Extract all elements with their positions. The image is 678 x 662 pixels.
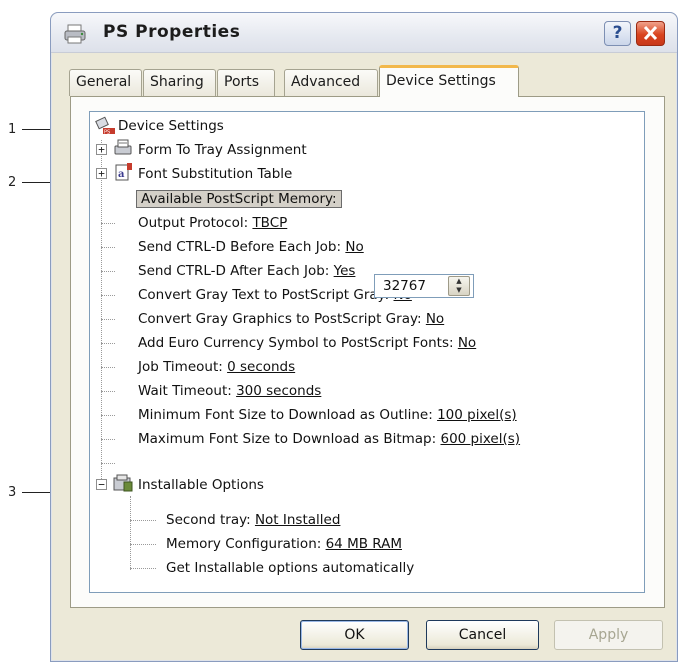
- memory-value: 32767: [383, 278, 426, 294]
- tree-line: [101, 415, 115, 416]
- spin-down-icon[interactable]: ▼: [449, 286, 469, 295]
- tab-general[interactable]: General: [69, 69, 142, 96]
- tree-item-output-protocol[interactable]: Output Protocol: TBCP: [138, 211, 287, 235]
- tree-item-euro-symbol[interactable]: Add Euro Currency Symbol to PostScript F…: [138, 331, 476, 355]
- tab-sharing[interactable]: Sharing: [143, 69, 216, 96]
- tree-item-job-timeout[interactable]: Job Timeout: 0 seconds: [138, 355, 295, 379]
- tree-line: [130, 544, 156, 545]
- cancel-button[interactable]: Cancel: [426, 620, 539, 650]
- callout-number: 2: [8, 175, 17, 190]
- close-button[interactable]: [636, 21, 665, 46]
- apply-button[interactable]: Apply: [554, 620, 663, 650]
- tree-item-installable-options[interactable]: Installable Options: [138, 473, 264, 497]
- collapse-minus-icon[interactable]: −: [96, 479, 107, 490]
- tree-item-value: Not Installed: [254, 512, 341, 528]
- tree-item-label: Convert Gray Text to PostScript Gray:: [138, 287, 390, 303]
- close-icon: [643, 25, 658, 41]
- tree-item-ctrl-d-after[interactable]: Send CTRL-D After Each Job: Yes: [138, 259, 355, 283]
- tree-root-device-settings[interactable]: Device Settings: [118, 114, 224, 138]
- question-mark-icon: ?: [612, 23, 623, 43]
- tree-item-label: Send CTRL-D After Each Job:: [138, 263, 330, 279]
- tree-item-label: Add Euro Currency Symbol to PostScript F…: [138, 335, 454, 351]
- tree-line: [101, 343, 115, 344]
- tree-item-label: Form To Tray Assignment: [138, 142, 307, 158]
- tab-device-settings[interactable]: Device Settings: [379, 65, 519, 97]
- settings-tree[interactable]: PS Device Settings + Form To Tray Assign…: [89, 111, 645, 593]
- tree-line: [101, 463, 115, 464]
- tree-item-get-installable-options[interactable]: Get Installable options automatically: [166, 556, 414, 580]
- form-tray-icon: [114, 139, 132, 155]
- expand-plus-icon[interactable]: +: [96, 144, 107, 155]
- tree-item-label: Second tray:: [166, 512, 251, 528]
- tree-item-label: Memory Configuration:: [166, 536, 322, 552]
- tree-item-label: Available PostScript Memory:: [136, 190, 342, 208]
- tree-item-gray-graphics[interactable]: Convert Gray Graphics to PostScript Gray…: [138, 307, 444, 331]
- tree-item-value: TBCP: [252, 215, 288, 231]
- tree-item-label: Convert Gray Graphics to PostScript Gray…: [138, 311, 422, 327]
- tree-item-value: 600 pixel(s): [440, 431, 521, 447]
- callout-number: 1: [8, 122, 17, 137]
- tree-item-value: No: [425, 311, 445, 327]
- tree-line: [101, 140, 102, 485]
- tree-item-value: 64 MB RAM: [325, 536, 402, 552]
- device-settings-panel: PS Device Settings + Form To Tray Assign…: [70, 96, 665, 608]
- tree-item-value: No: [457, 335, 477, 351]
- tree-line: [130, 568, 156, 569]
- tree-line: [101, 295, 115, 296]
- tree-item-memory-configuration[interactable]: Memory Configuration: 64 MB RAM: [166, 532, 402, 556]
- memory-spinner[interactable]: ▲ ▼: [448, 276, 470, 296]
- installable-options-icon: [113, 474, 133, 492]
- expand-plus-icon[interactable]: +: [96, 168, 107, 179]
- tree-item-label: Wait Timeout:: [138, 383, 232, 399]
- tree-line: [101, 271, 115, 272]
- tree-item-wait-timeout[interactable]: Wait Timeout: 300 seconds: [138, 379, 321, 403]
- help-button[interactable]: ?: [604, 21, 631, 46]
- device-settings-icon: PS: [95, 116, 115, 136]
- tree-line: [130, 520, 156, 521]
- tree-item-value: No: [345, 239, 364, 255]
- tree-item-max-font-bitmap[interactable]: Maximum Font Size to Download as Bitmap:…: [138, 427, 520, 451]
- tree-item-value: Yes: [333, 263, 356, 279]
- tree-line: [101, 223, 115, 224]
- tree-item-label: Output Protocol:: [138, 215, 249, 231]
- tree-item-value: 0 seconds: [227, 359, 296, 375]
- ok-button[interactable]: OK: [300, 620, 409, 650]
- tree-item-form-to-tray[interactable]: Form To Tray Assignment: [138, 138, 307, 162]
- tree-item-value: 300 seconds: [236, 383, 322, 399]
- tree-line: [101, 319, 115, 320]
- tree-item-label: Minimum Font Size to Download as Outline…: [138, 407, 433, 423]
- tab-ports[interactable]: Ports: [217, 69, 275, 96]
- svg-text:a: a: [118, 169, 125, 180]
- tree-item-label: Device Settings: [118, 118, 224, 134]
- tree-item-available-memory[interactable]: Available PostScript Memory:: [136, 187, 342, 211]
- tree-item-second-tray[interactable]: Second tray: Not Installed: [166, 508, 340, 532]
- tree-item-font-substitution[interactable]: Font Substitution Table: [138, 162, 292, 186]
- tree-item-gray-text[interactable]: Convert Gray Text to PostScript Gray: No: [138, 283, 412, 307]
- tree-line: [101, 247, 115, 248]
- svg-text:PS: PS: [104, 130, 110, 136]
- tree-item-min-font-outline[interactable]: Minimum Font Size to Download as Outline…: [138, 403, 517, 427]
- title-bar[interactable]: PS Properties ?: [51, 13, 677, 53]
- tree-line: [130, 496, 131, 570]
- tab-advanced[interactable]: Advanced: [284, 69, 378, 96]
- spin-up-icon[interactable]: ▲: [449, 277, 469, 286]
- printer-icon: [64, 24, 86, 44]
- tree-item-label: Maximum Font Size to Download as Bitmap:: [138, 431, 437, 447]
- font-substitution-icon: a: [115, 163, 132, 181]
- callout-number: 3: [8, 485, 17, 500]
- tree-line: [101, 367, 115, 368]
- tree-item-value: 100 pixel(s): [437, 407, 517, 423]
- tree-line: [101, 439, 115, 440]
- tree-item-label: Font Substitution Table: [138, 166, 293, 182]
- tree-line: [101, 391, 115, 392]
- tree-item-label: Get Installable options automatically: [166, 560, 415, 576]
- window-title: PS Properties: [103, 22, 241, 42]
- tree-item-label: Job Timeout:: [138, 359, 223, 375]
- tree-item-label: Installable Options: [138, 477, 264, 493]
- properties-dialog: PS Properties ? General Sharing Ports Ad…: [50, 12, 678, 662]
- tree-item-label: Send CTRL-D Before Each Job:: [138, 239, 342, 255]
- tree-item-ctrl-d-before[interactable]: Send CTRL-D Before Each Job: No: [138, 235, 364, 259]
